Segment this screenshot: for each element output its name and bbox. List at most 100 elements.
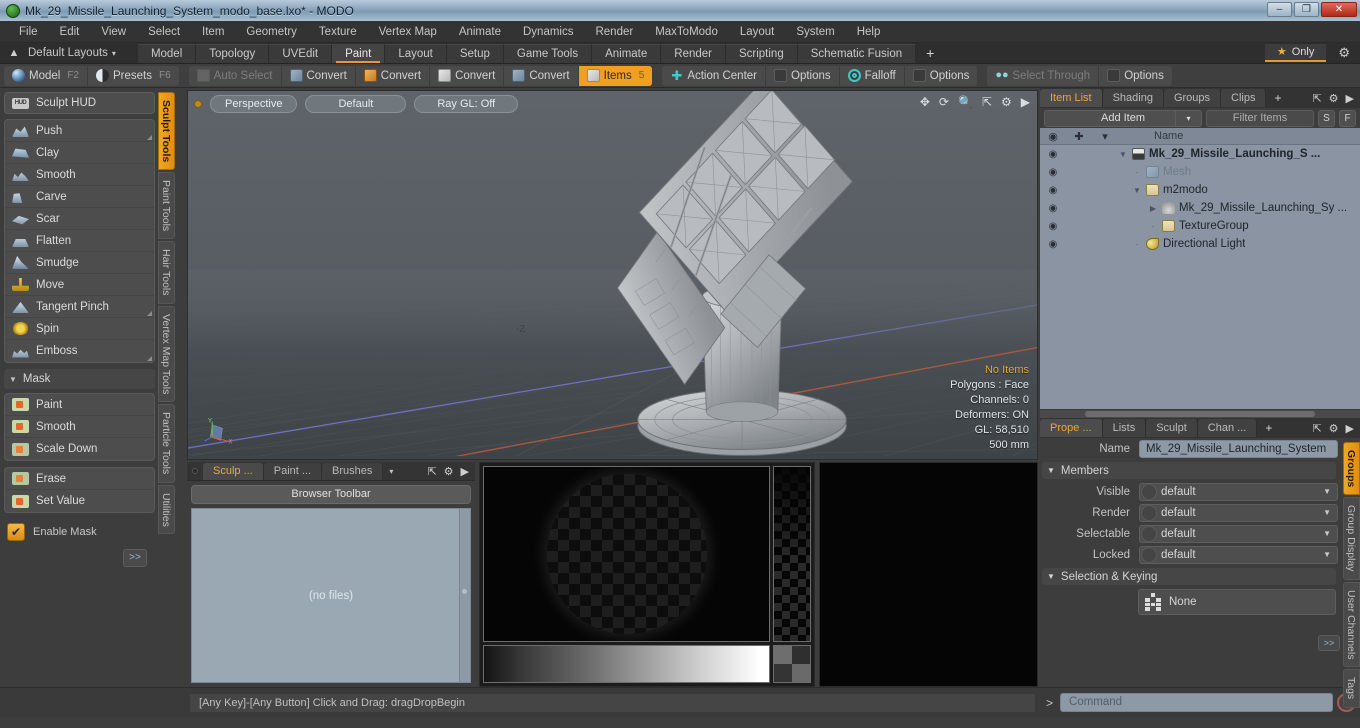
rotate-icon[interactable]: ⟳ [939,95,949,109]
secondary-preview-panel[interactable] [819,462,1038,687]
swatch-4[interactable] [792,664,810,682]
vtab-paint-tools[interactable]: Paint Tools [158,172,175,240]
tool-tangent-pinch[interactable]: Tangent Pinch [5,296,154,318]
tab-groups[interactable]: Groups [1163,89,1222,107]
menu-layout[interactable]: Layout [729,21,786,43]
select-through-button[interactable]: ●● Select Through [987,65,1100,86]
enable-mask-row[interactable]: ✔ Enable Mask [4,519,155,541]
viewport-state-dot[interactable] [194,100,202,108]
command-input[interactable]: Command [1060,693,1333,712]
swatch-2[interactable] [792,646,810,664]
properties-expand-button[interactable]: >> [1318,635,1340,651]
menu-system[interactable]: System [785,21,845,43]
vtab-sculpt-tools[interactable]: Sculpt Tools [158,92,175,171]
visibility-eye-icon[interactable]: ◉ [1040,221,1066,232]
move-icon[interactable]: ✥ [920,95,930,109]
swatch-3[interactable] [774,664,792,682]
mask-scale-down[interactable]: Scale Down [5,438,154,460]
mode-model-button[interactable]: Model F2 [4,65,88,86]
gear-icon[interactable]: ⚙ [1001,95,1012,109]
tab-brushes-browser[interactable]: Brushes [322,462,384,480]
falloff-button[interactable]: Falloff [840,65,905,86]
sculpt-hud-button[interactable]: HUD Sculpt HUD [4,92,155,114]
vtab-tags[interactable]: Tags [1343,669,1360,708]
tool-clay[interactable]: Clay [5,142,154,164]
table-row[interactable]: ◉ ▶ Mk_29_Missile_Launching_Sy ... [1040,199,1360,217]
menu-texture[interactable]: Texture [308,21,368,43]
tab-properties[interactable]: Prope ... [1040,419,1103,437]
vtab-hair-tools[interactable]: Hair Tools [158,241,175,304]
visibility-eye-icon[interactable]: ◉ [1040,239,1066,250]
tab-shading[interactable]: Shading [1102,89,1164,107]
tab-scripting[interactable]: Scripting [725,43,798,63]
tab-channels[interactable]: Chan ... [1197,419,1258,437]
menu-maxtomodo[interactable]: MaxToModo [644,21,729,43]
tab-animate[interactable]: Animate [592,43,662,63]
mask-paint[interactable]: Paint [5,394,154,416]
action-options-button[interactable]: Options [766,65,840,86]
tool-emboss[interactable]: Emboss [5,340,154,362]
fit-icon[interactable]: ⇱ [982,95,992,109]
menu-edit[interactable]: Edit [49,21,91,43]
visibility-eye-icon[interactable]: ◉ [1040,167,1066,178]
table-row[interactable]: ◉ ▼ Mk_29_Missile_Launching_S ... [1040,145,1360,163]
render-dropdown[interactable]: default ▼ [1139,503,1338,522]
tool-carve[interactable]: Carve [5,186,154,208]
viewport-perspective-dropdown[interactable]: Perspective [210,95,298,113]
tab-item-list[interactable]: Item List [1040,89,1103,107]
toggle-knob-icon[interactable] [1141,546,1157,563]
tab-model[interactable]: Model [137,43,197,63]
mask-set-value[interactable]: Set Value [5,490,154,512]
brush-alpha-strip[interactable] [773,466,811,642]
mask-smooth[interactable]: Smooth [5,416,154,438]
swatch-1[interactable] [774,646,792,664]
tool-scar[interactable]: Scar [5,208,154,230]
falloff-options-button[interactable]: Options [905,66,978,86]
tab-paint-browser[interactable]: Paint ... [263,462,323,480]
play-icon[interactable]: ▶ [1346,92,1354,105]
tool-spin[interactable]: Spin [5,318,154,340]
item-list-horizontal-scrollbar[interactable] [1040,409,1360,418]
toggle-knob-icon[interactable] [1141,483,1157,500]
default-layouts-dropdown[interactable]: Default Layouts ▾ [24,47,124,59]
convert-vertex-button[interactable]: Convert [282,65,356,86]
expand-icon[interactable]: ⇱ [1312,422,1321,435]
only-button[interactable]: ★ Only [1264,44,1327,62]
tab-clips[interactable]: Clips [1221,89,1267,107]
viewport-raygl-dropdown[interactable]: Ray GL: Off [414,95,519,113]
vtab-user-channels[interactable]: User Channels [1343,581,1360,668]
close-button[interactable]: ✕ [1321,2,1357,17]
tab-uvedit[interactable]: UVEdit [269,43,333,63]
table-row[interactable]: ◉ · Directional Light [1040,235,1360,253]
members-section-header[interactable]: ▼ Members [1042,462,1336,479]
zoom-icon[interactable]: 🔍 [958,95,973,109]
table-row[interactable]: ◉ · Mesh [1040,163,1360,181]
play-icon[interactable]: ▶ [461,465,469,478]
panel-menu-dot[interactable] [192,468,198,474]
items-mode-button[interactable]: Items 5 [578,65,653,86]
visible-dropdown[interactable]: default ▼ [1139,482,1338,501]
mask-section-header[interactable]: ▼ Mask [4,369,155,389]
menu-select[interactable]: Select [137,21,191,43]
gear-icon[interactable]: ⚙ [1329,92,1339,105]
visibility-eye-icon[interactable]: ◉ [1040,185,1066,196]
toggle-knob-icon[interactable] [1141,504,1157,521]
gear-icon[interactable]: ⚙ [444,465,454,478]
add-item-button[interactable]: Add Item ▾ [1044,110,1202,127]
tab-setup[interactable]: Setup [446,43,504,63]
menu-help[interactable]: Help [846,21,892,43]
twisty-icon[interactable]: ▼ [1132,186,1142,195]
browser-vertical-scrollbar[interactable] [459,509,470,682]
tool-smooth[interactable]: Smooth [5,164,154,186]
tool-smudge[interactable]: Smudge [5,252,154,274]
menu-item[interactable]: Item [191,21,235,43]
play-icon[interactable]: ▶ [1021,95,1030,109]
left-expand-button[interactable]: >> [123,549,147,567]
select-options-button[interactable]: Options [1099,66,1172,86]
browser-file-area[interactable]: (no files) [191,508,471,683]
name-field[interactable]: Mk_29_Missile_Launching_System [1139,439,1338,458]
tool-move[interactable]: Move [5,274,154,296]
vtab-groups[interactable]: Groups [1343,442,1360,496]
gear-icon[interactable]: ⚙ [1332,45,1356,61]
vtab-utilities[interactable]: Utilities [158,484,175,535]
